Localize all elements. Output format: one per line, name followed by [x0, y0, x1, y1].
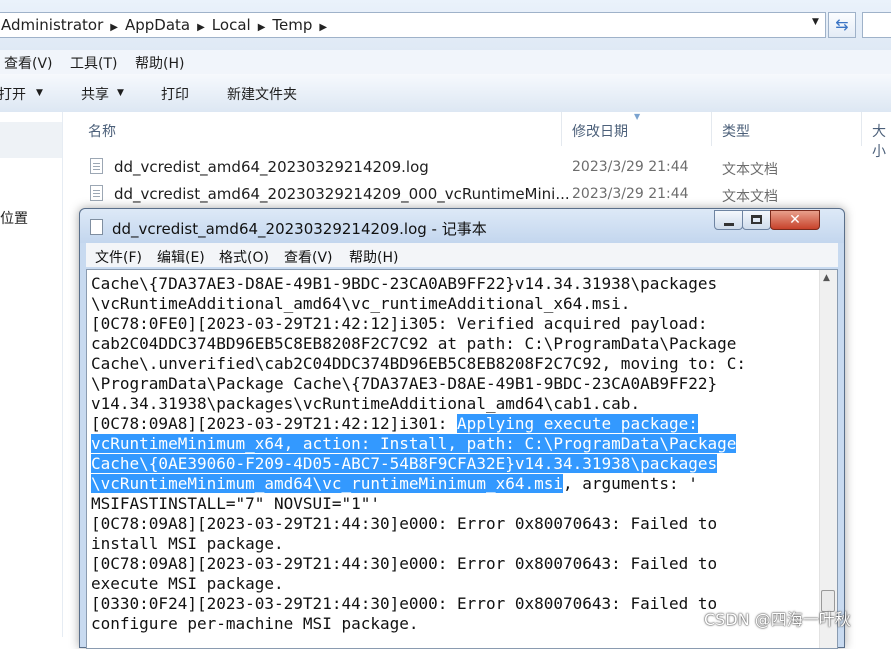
open-dropdown-icon[interactable]: ▼: [36, 88, 43, 98]
menu-view[interactable]: 查看(V): [4, 53, 53, 73]
file-row[interactable]: dd_vcredist_amd64_20230329214209.log 202…: [85, 154, 891, 180]
file-row[interactable]: dd_vcredist_amd64_20230329214209_000_vcR…: [85, 181, 891, 207]
menu-help[interactable]: 帮助(H): [135, 53, 184, 73]
text-file-icon: [90, 185, 103, 201]
menu-file[interactable]: 文件(F): [95, 247, 142, 267]
sort-indicator-icon: ▼: [634, 112, 641, 121]
column-divider[interactable]: [561, 112, 562, 146]
text-file-icon: [90, 158, 103, 174]
address-bar-area: Administrator ▶ AppData ▶ Local ▶ Temp ▶ ▼ ⇆: [0, 0, 891, 50]
menu-tools[interactable]: 工具(T): [70, 53, 117, 73]
column-header-row: 名称 修改日期 类型 大小: [63, 112, 891, 160]
column-divider[interactable]: [711, 112, 712, 146]
file-date: 2023/3/29 21:44: [572, 186, 689, 202]
menu-format[interactable]: 格式(O): [219, 247, 269, 267]
address-bar[interactable]: Administrator ▶ AppData ▶ Local ▶ Temp ▶: [0, 12, 826, 38]
open-button[interactable]: 打开: [0, 84, 26, 104]
column-date[interactable]: 修改日期: [572, 121, 628, 141]
file-type: 文本文档: [722, 162, 778, 178]
log-text-after: , arguments: ' MSIFASTINSTALL="7" NOVSUI…: [91, 474, 718, 633]
nav-item-location[interactable]: 位置: [0, 208, 28, 228]
close-button[interactable]: ✕: [770, 210, 820, 230]
menu-help[interactable]: 帮助(H): [349, 247, 398, 267]
vertical-scrollbar[interactable]: ▲: [819, 270, 837, 648]
navigation-pane: 位置: [0, 112, 63, 637]
column-divider[interactable]: [861, 112, 862, 146]
breadcrumb-item[interactable]: Administrator: [1, 13, 103, 37]
address-history-dropdown-icon[interactable]: ▼: [812, 17, 819, 27]
share-dropdown-icon[interactable]: ▼: [117, 88, 124, 98]
notepad-window: dd_vcredist_amd64_20230329214209.log - 记…: [79, 208, 845, 649]
maximize-icon: [751, 215, 762, 224]
column-name[interactable]: 名称: [88, 121, 116, 141]
nav-selected-item[interactable]: [0, 122, 62, 158]
explorer-command-bar: 打开 ▼ 共享 ▼ 打印 新建文件夹: [0, 74, 891, 113]
breadcrumb-arrow-icon[interactable]: ▶: [319, 16, 327, 40]
breadcrumb-item[interactable]: AppData: [125, 13, 190, 37]
file-date: 2023/3/29 21:44: [572, 159, 689, 175]
menu-view[interactable]: 查看(V): [284, 247, 333, 267]
maximize-button[interactable]: [742, 210, 771, 230]
log-text-before: Cache\{7DA37AE3-D8AE-49B1-9BDC-23CA0AB9F…: [91, 274, 747, 433]
explorer-menu-bar: 查看(V) 工具(T) 帮助(H): [0, 50, 891, 74]
text-editor[interactable]: Cache\{7DA37AE3-D8AE-49B1-9BDC-23CA0AB9F…: [86, 269, 838, 649]
refresh-icon: ⇆: [835, 15, 849, 34]
breadcrumb-item[interactable]: Temp: [272, 13, 312, 37]
file-name: dd_vcredist_amd64_20230329214209.log: [114, 158, 429, 176]
close-icon: ✕: [789, 212, 801, 228]
file-type: 文本文档: [722, 189, 778, 205]
scroll-up-icon[interactable]: ▲: [823, 273, 830, 283]
notepad-menu-bar: 文件(F) 编辑(E) 格式(O) 查看(V) 帮助(H): [86, 243, 838, 267]
share-button[interactable]: 共享: [81, 84, 109, 104]
notepad-title-bar[interactable]: dd_vcredist_amd64_20230329214209.log - 记…: [80, 209, 844, 243]
new-folder-button[interactable]: 新建文件夹: [227, 84, 297, 104]
search-input[interactable]: [862, 12, 891, 38]
menu-edit[interactable]: 编辑(E): [157, 247, 205, 267]
breadcrumb-item[interactable]: Local: [212, 13, 251, 37]
log-text[interactable]: Cache\{7DA37AE3-D8AE-49B1-9BDC-23CA0AB9F…: [91, 274, 746, 634]
file-name: dd_vcredist_amd64_20230329214209_000_vcR…: [114, 185, 570, 203]
window-title: dd_vcredist_amd64_20230329214209.log - 记…: [112, 220, 487, 238]
watermark: CSDN @四海一叶秋: [704, 610, 851, 629]
breadcrumb-arrow-icon[interactable]: ▶: [110, 16, 118, 40]
print-button[interactable]: 打印: [161, 84, 189, 104]
breadcrumb-arrow-icon[interactable]: ▶: [197, 16, 205, 40]
minimize-icon: [724, 223, 734, 226]
breadcrumb-arrow-icon[interactable]: ▶: [258, 16, 266, 40]
notepad-icon[interactable]: [90, 219, 103, 235]
refresh-button[interactable]: ⇆: [828, 12, 856, 38]
breadcrumb: Administrator ▶ AppData ▶ Local ▶ Temp ▶: [1, 13, 334, 37]
column-type[interactable]: 类型: [722, 121, 750, 141]
minimize-button[interactable]: [714, 210, 743, 230]
